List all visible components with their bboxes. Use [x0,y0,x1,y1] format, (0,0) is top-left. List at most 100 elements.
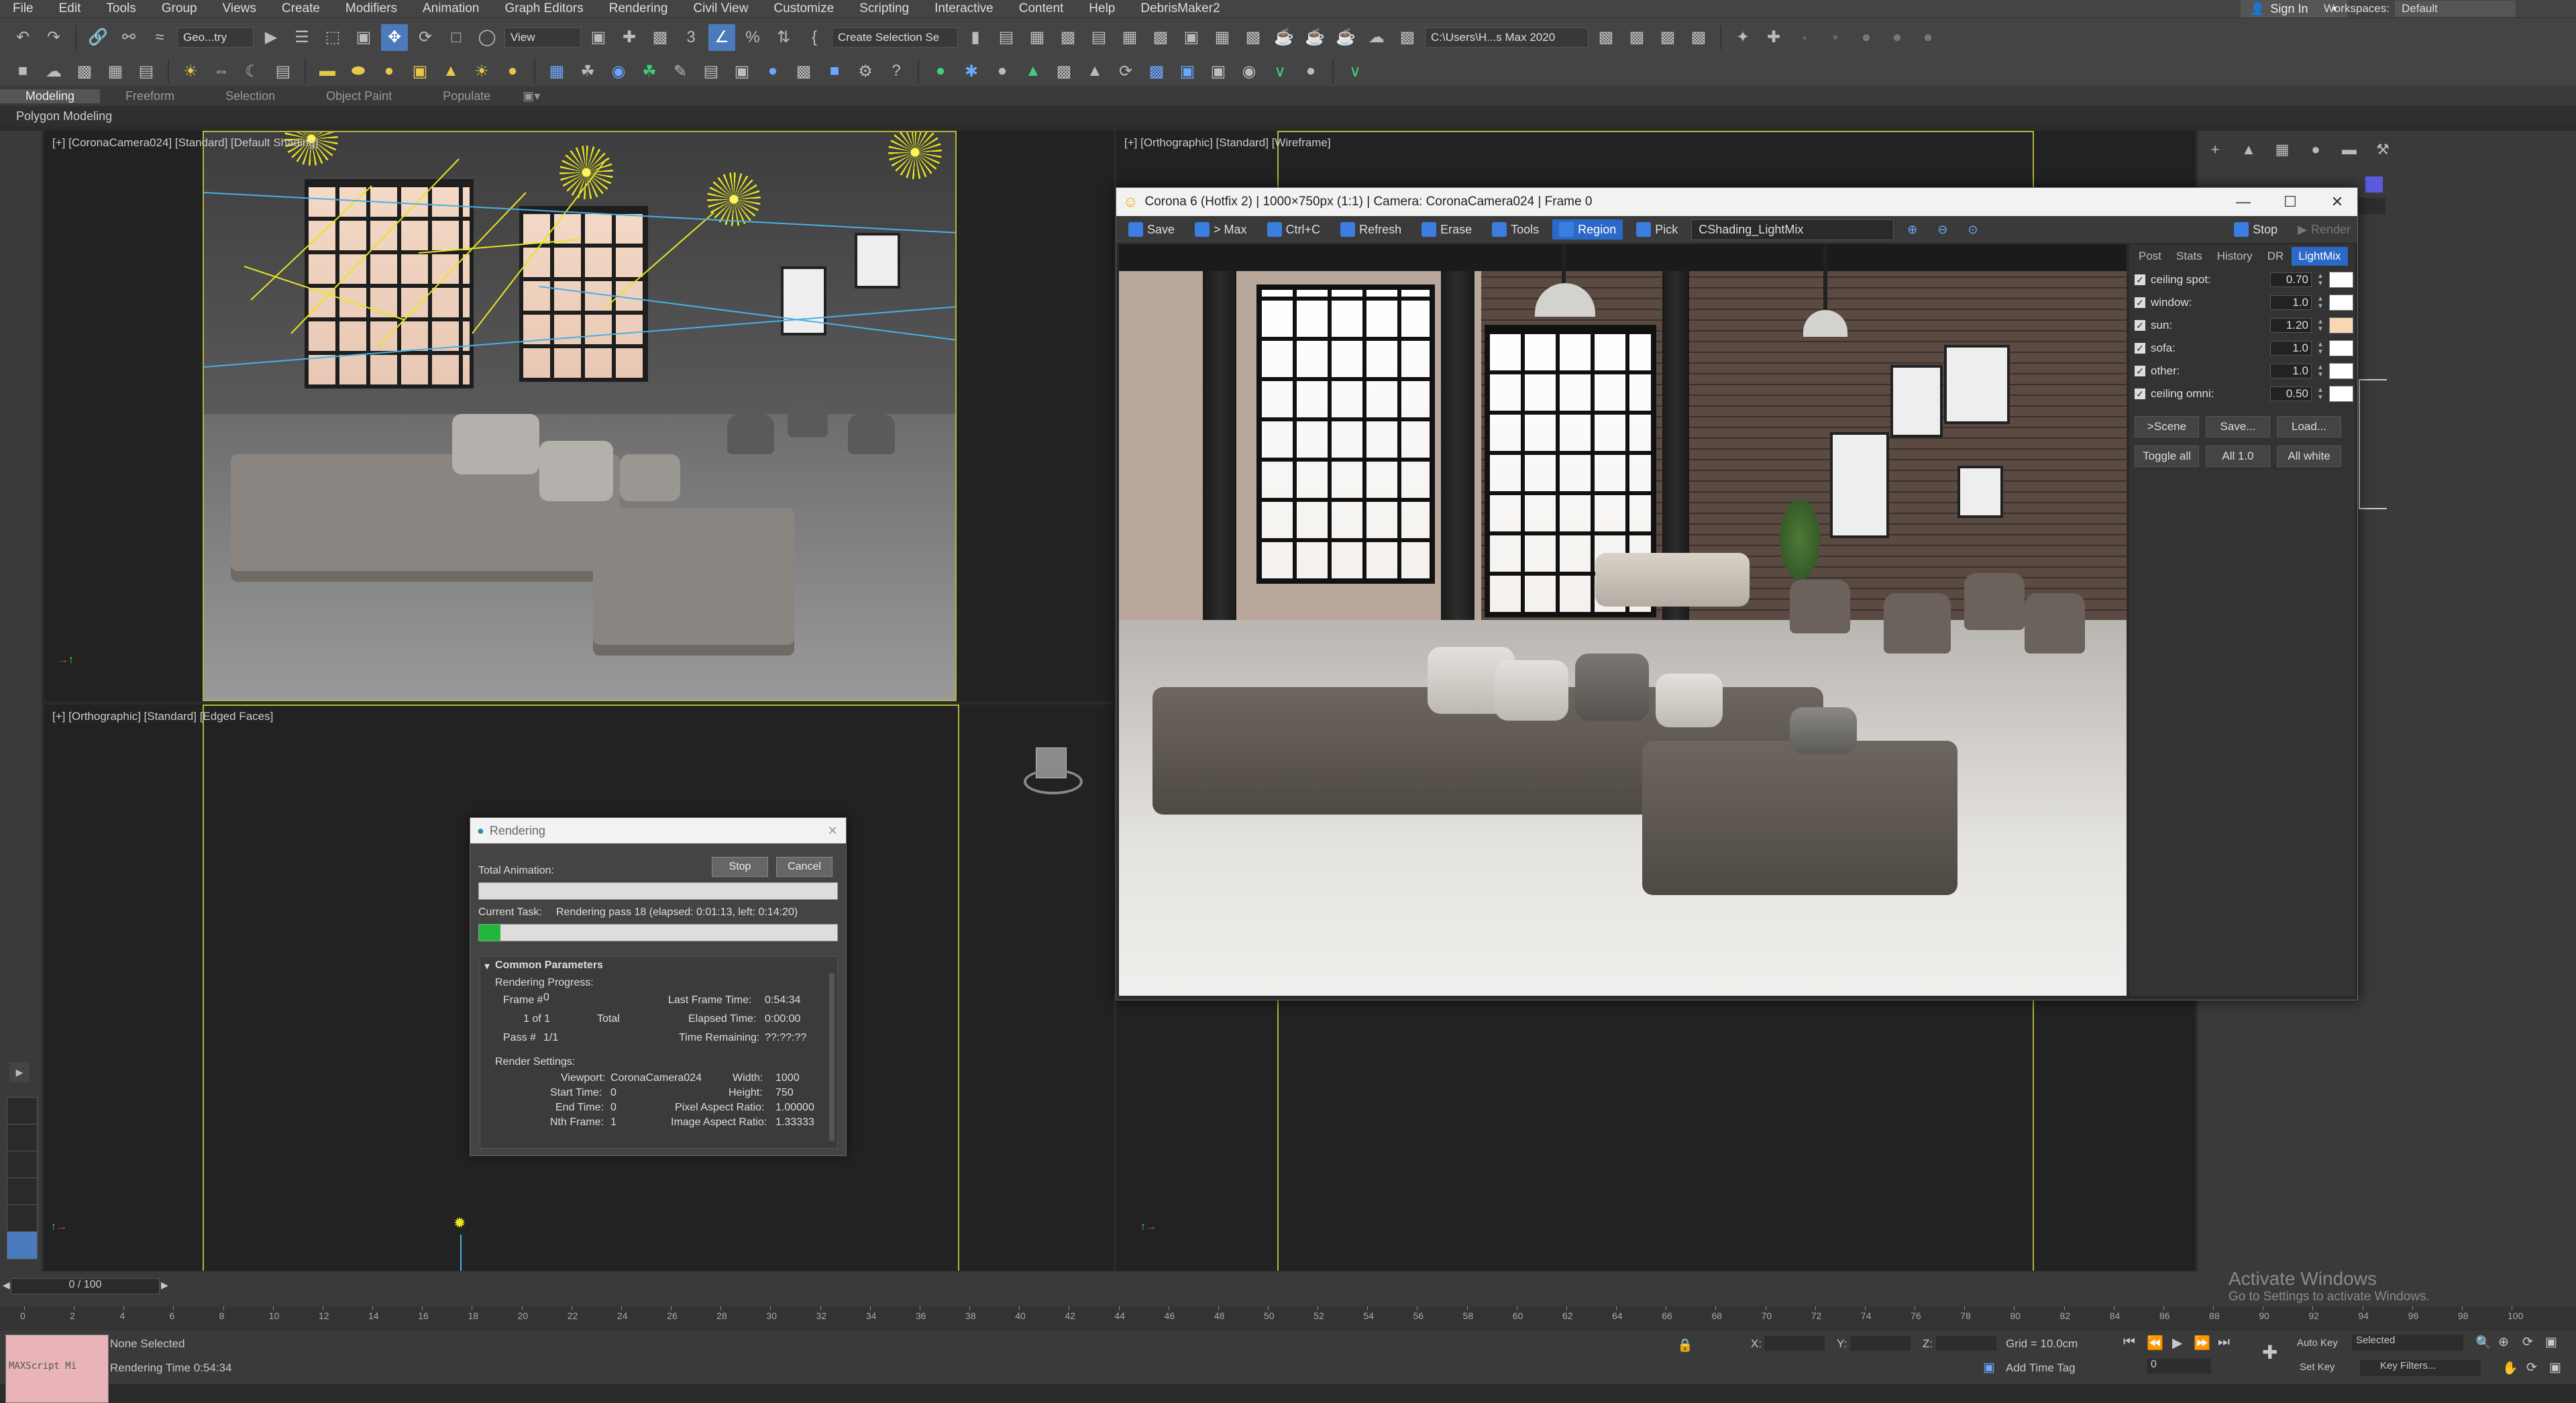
key-filters-button[interactable]: Key Filters... [2360,1360,2481,1376]
gear-icon[interactable]: ⚙ [852,58,879,85]
snap-tool-icon[interactable]: ✦ [1729,24,1756,51]
light-intensity-field[interactable]: 1.20 [2270,318,2312,333]
minimize-icon[interactable]: — [2223,193,2263,211]
redo-icon[interactable]: ↷ [40,24,67,51]
prev-key-icon[interactable]: ⏪ [2147,1335,2163,1351]
sphere-icon[interactable]: ● [759,58,786,85]
close-icon[interactable]: ✕ [2317,193,2357,211]
menu-item-animation[interactable]: Animation [410,1,492,16]
arrows-icon[interactable]: ⇔ [208,58,235,85]
move-icon[interactable]: ✥ [381,23,408,51]
light-intensity-field[interactable]: 1.0 [2270,295,2312,310]
stop-button[interactable]: Stop [712,857,768,877]
sphere-light-icon[interactable]: ● [376,58,402,85]
zoom-all-icon[interactable]: ⊕ [2498,1335,2509,1350]
select-by-name-icon[interactable]: ☰ [288,24,315,51]
next-frame-icon[interactable]: ▶ [161,1280,168,1291]
align-icon[interactable]: ▤ [993,24,1020,51]
track-bar[interactable]: 0 2 4 6 8 10 12 14 16 18 20 22 24 26 28 30 32 34 36 38 40 42 4… [0,1306,2576,1331]
link-icon[interactable]: 🔗 [85,24,111,51]
selected-dropdown[interactable]: Selected [2352,1335,2463,1351]
mirror-icon[interactable]: ▮ [962,24,989,51]
light-color-swatch[interactable] [2329,340,2353,356]
spinner-icon[interactable]: ▲ ▼ [2317,295,2324,310]
zoom-in-icon[interactable]: ⊕ [1900,220,1924,240]
menu-item-group[interactable]: Group [149,1,210,16]
walkthrough-icon[interactable]: ⟳ [2526,1360,2537,1375]
disk-light-icon[interactable]: ⬬ [345,58,372,85]
menu-item-interactive[interactable]: Interactive [922,1,1006,16]
auto-key-button[interactable]: Auto Key [2297,1337,2338,1349]
material-editor-icon[interactable]: ▣ [1178,24,1205,51]
zoom-fit-icon[interactable]: ⊙ [1961,220,1984,240]
light-intensity-field[interactable]: 0.50 [2270,386,2312,401]
menu-item-create[interactable]: Create [269,1,333,16]
angle-snap-icon[interactable]: ∠ [708,23,735,51]
reference-coordinate-dropdown[interactable]: View [504,27,581,48]
table-icon[interactable]: ▤ [133,58,160,85]
undo-icon[interactable]: ↶ [9,24,36,51]
material-library-icon[interactable]: ▩ [790,58,817,85]
eye-icon[interactable]: ◉ [1236,58,1263,85]
tools-button[interactable]: Tools [1485,219,1546,240]
render-in-cloud-icon[interactable]: ☁ [1363,24,1390,51]
play-icon[interactable]: ▶ [2172,1335,2182,1351]
common-parameters-title[interactable]: Common Parameters [495,959,603,972]
tab-history[interactable]: History [2210,247,2259,266]
displacement-icon[interactable]: ▤ [698,58,724,85]
align-tool-icon[interactable]: ✚ [1760,24,1787,51]
light-include-icon[interactable]: ● [989,58,1016,85]
sky-icon[interactable]: ● [499,58,526,85]
percent-snap-icon[interactable]: % [739,24,766,51]
double-chevron-icon[interactable]: ∨ [1267,58,1293,85]
next-key-icon[interactable]: ⏩ [2194,1335,2210,1351]
light-color-swatch[interactable] [2329,295,2353,311]
sun-icon[interactable]: ☀ [468,58,495,85]
edit-named-selection-icon[interactable]: { [801,24,828,51]
workspaces-dropdown[interactable]: Default [2395,1,2516,17]
schematic-view-icon[interactable]: ▩ [1147,24,1174,51]
corona-light-icon[interactable]: ☀ [177,58,204,85]
orbit-icon[interactable]: ⟳ [2522,1335,2533,1350]
load-preset-button[interactable]: Load... [2277,416,2341,437]
ribbon-tab-freeform[interactable]: Freeform [100,89,200,103]
light-enable-checkbox[interactable]: ✓ [2135,320,2145,331]
project-set-icon[interactable]: ▩ [1685,24,1712,51]
box-icon[interactable]: ■ [9,58,36,85]
set-key-button[interactable]: Set Key [2300,1361,2335,1373]
viewport-label[interactable]: [+] [Orthographic] [Standard] [Edged Fac… [52,710,273,723]
viewport-label[interactable]: [+] [Orthographic] [Standard] [Wireframe… [1124,136,1331,150]
curve-editor-icon[interactable]: ▦ [1116,24,1143,51]
named-selection-dropdown[interactable]: Create Selection Se [832,27,958,48]
place-icon[interactable]: ◯ [474,24,500,51]
help-icon[interactable]: ? [883,58,910,85]
crop-icon[interactable]: ▣ [1205,58,1232,85]
project-folder-open-icon[interactable]: ▩ [1623,24,1650,51]
light-color-swatch[interactable] [2329,272,2353,288]
prev-frame-icon[interactable]: ◀ [3,1280,10,1291]
close-icon[interactable]: ✕ [819,824,846,838]
project-path-dropdown[interactable]: C:\Users\H...s Max 2020 [1425,27,1589,48]
menu-item-views[interactable]: Views [210,1,269,16]
rendered-image[interactable] [1119,244,2127,996]
key-mode-icon[interactable]: ✚ [2262,1341,2277,1363]
menu-item-modifiers[interactable]: Modifiers [333,1,410,16]
menu-item-content[interactable]: Content [1006,1,1077,16]
tab-dr[interactable]: DR [2261,247,2291,266]
unlink-icon[interactable]: ⚯ [115,24,142,51]
menu-item-scripting[interactable]: Scripting [847,1,922,16]
menu-item-debrismaker2[interactable]: DebrisMaker2 [1128,1,1232,16]
region-button[interactable]: Region [1552,219,1623,240]
menu-item-file[interactable]: File [0,1,46,16]
time-slider-thumb[interactable]: 0 / 100 [11,1278,160,1294]
collapse-toolbar-icon[interactable]: ∨ [1342,58,1368,85]
light-lister-icon[interactable]: ● [927,58,954,85]
menu-item-edit[interactable]: Edit [46,1,94,16]
ribbon-tab-selection[interactable]: Selection [200,89,301,103]
create-tab-icon[interactable]: + [2200,138,2230,162]
z-field[interactable] [1936,1336,1996,1351]
add-time-tag[interactable]: Add Time Tag [2006,1361,2076,1375]
polygon-modeling-panel[interactable]: Polygon Modeling [0,106,2576,126]
snaps-toggle-icon[interactable]: 3 [678,24,704,51]
maxscript-listener[interactable]: MAXScript Mi [5,1335,109,1403]
